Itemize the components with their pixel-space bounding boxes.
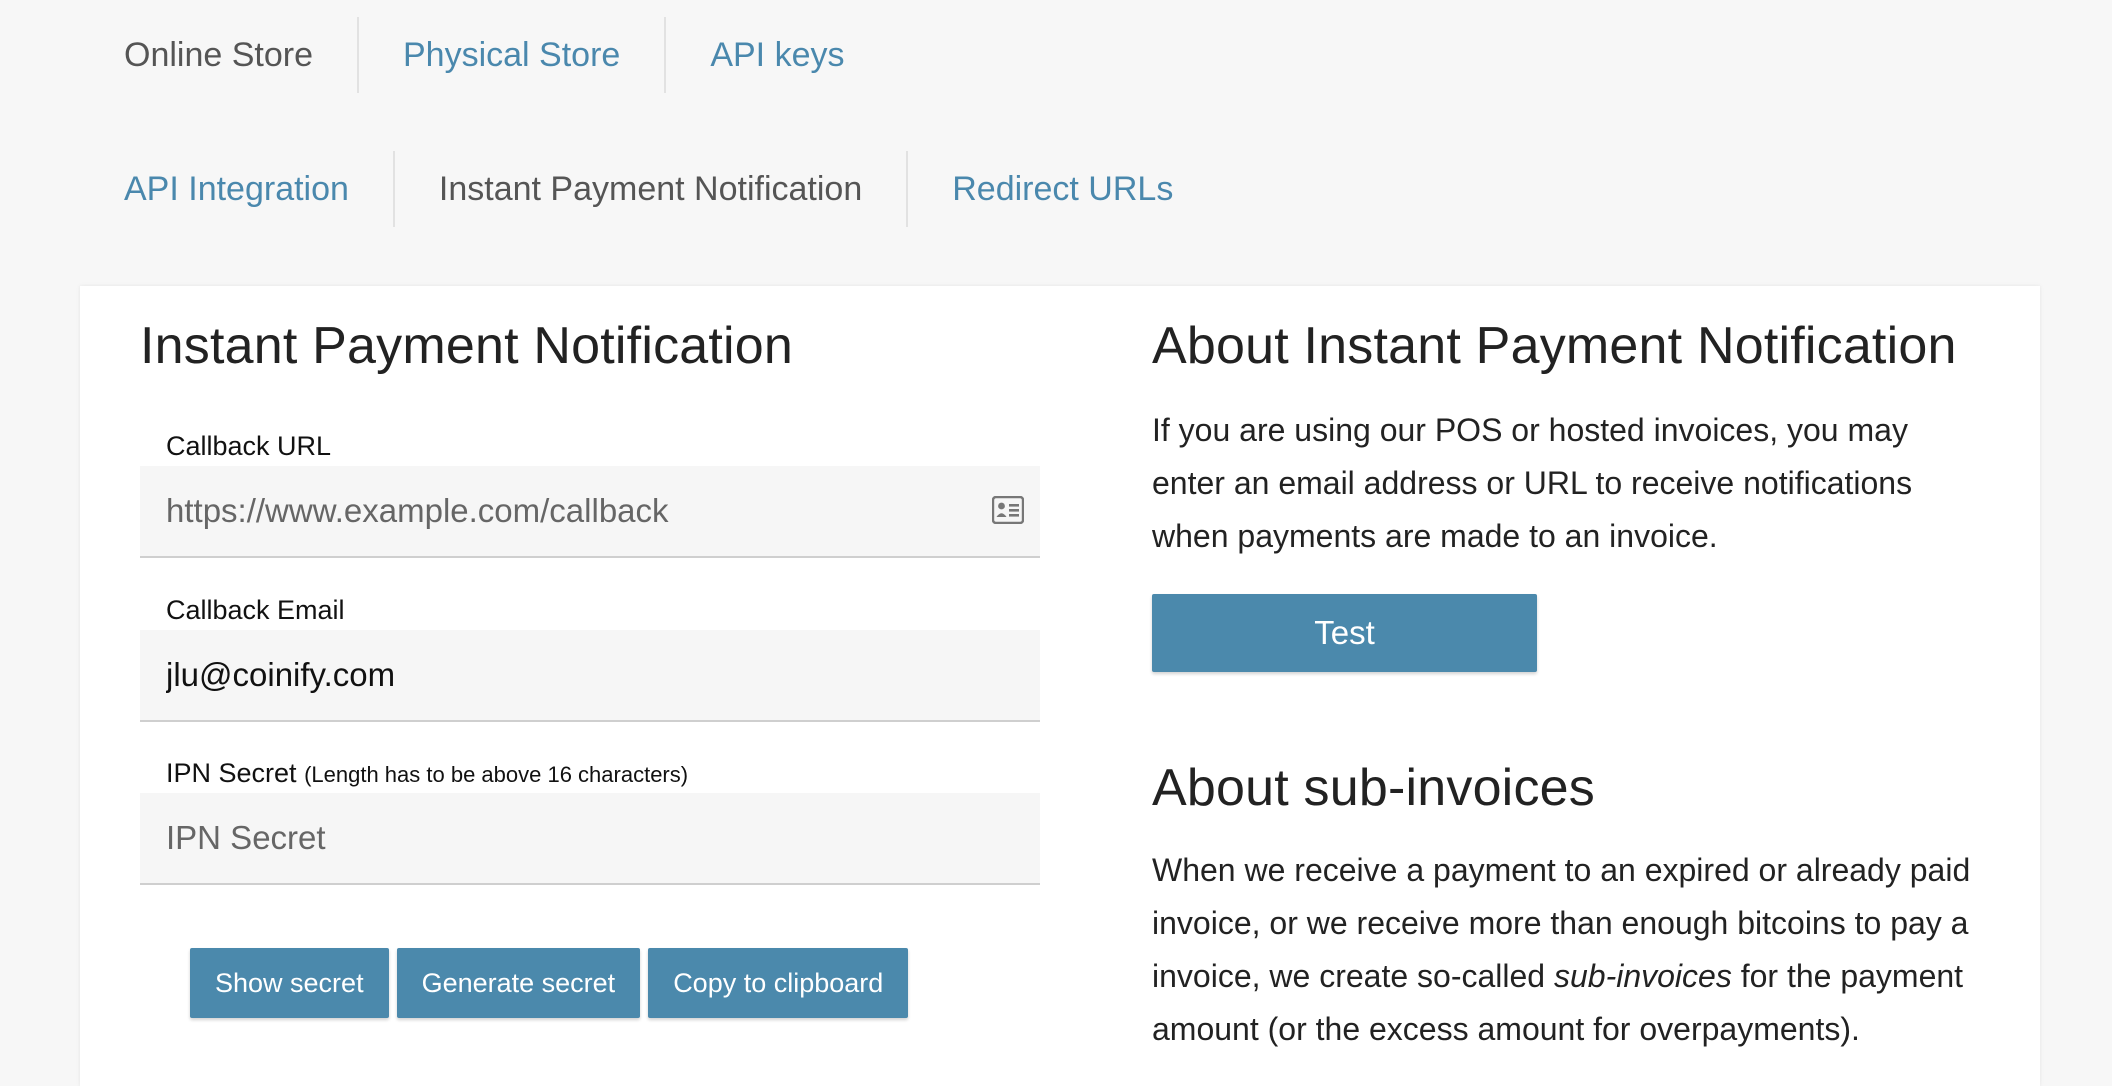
show-secret-button[interactable]: Show secret [190, 948, 389, 1018]
test-button[interactable]: Test [1152, 594, 1537, 672]
contact-card-icon [992, 496, 1024, 524]
callback-url-box [140, 466, 1040, 558]
about-ipn-text: If you are using our POS or hosted invoi… [1152, 412, 1913, 554]
ipn-secret-hint: (Length has to be above 16 characters) [304, 762, 689, 787]
tab-api-integration[interactable]: API Integration [90, 151, 393, 227]
settings-card: Instant Payment Notification Callback UR… [80, 286, 2040, 1086]
callback-url-input[interactable] [140, 466, 1040, 556]
callback-email-label: Callback Email [166, 595, 345, 625]
secret-actions: Show secret Generate secret Copy to clip… [190, 948, 909, 1018]
about-ipn-title: About Instant Payment Notification [1152, 317, 1957, 375]
tab-instant-payment-notification[interactable]: Instant Payment Notification [392, 151, 906, 227]
tab-api-keys[interactable]: API keys [664, 17, 888, 93]
ipn-secret-input[interactable] [140, 793, 1040, 883]
copy-to-clipboard-button[interactable]: Copy to clipboard [648, 948, 909, 1018]
callback-url-label: Callback URL [166, 431, 332, 461]
tab-physical-store[interactable]: Physical Store [357, 17, 664, 93]
ipn-secret-box [140, 793, 1040, 885]
callback-url-field: Callback URL [140, 426, 1040, 558]
ipn-secret-field: IPN Secret (Length has to be above 16 ch… [140, 753, 1040, 885]
about-sub-invoices-text: When we receive a payment to an expired … [1152, 844, 1982, 1056]
primary-tabs: Online Store Physical Store API keys [90, 17, 889, 93]
about-sub-invoices-title: About sub-invoices [1152, 759, 1595, 817]
form-title: Instant Payment Notification [140, 317, 794, 375]
ipn-secret-label: IPN Secret (Length has to be above 16 ch… [166, 753, 1040, 793]
callback-email-input[interactable] [140, 630, 1040, 720]
callback-email-box [140, 630, 1040, 722]
secondary-tabs: API Integration Instant Payment Notifica… [90, 151, 1217, 227]
tab-online-store[interactable]: Online Store [90, 17, 357, 93]
callback-email-field: Callback Email [140, 590, 1040, 722]
generate-secret-button[interactable]: Generate secret [396, 948, 641, 1018]
tab-redirect-urls[interactable]: Redirect URLs [906, 151, 1217, 227]
sub-invoices-term: sub-invoices [1553, 958, 1732, 994]
ipn-secret-label-text: IPN Secret [166, 758, 297, 788]
